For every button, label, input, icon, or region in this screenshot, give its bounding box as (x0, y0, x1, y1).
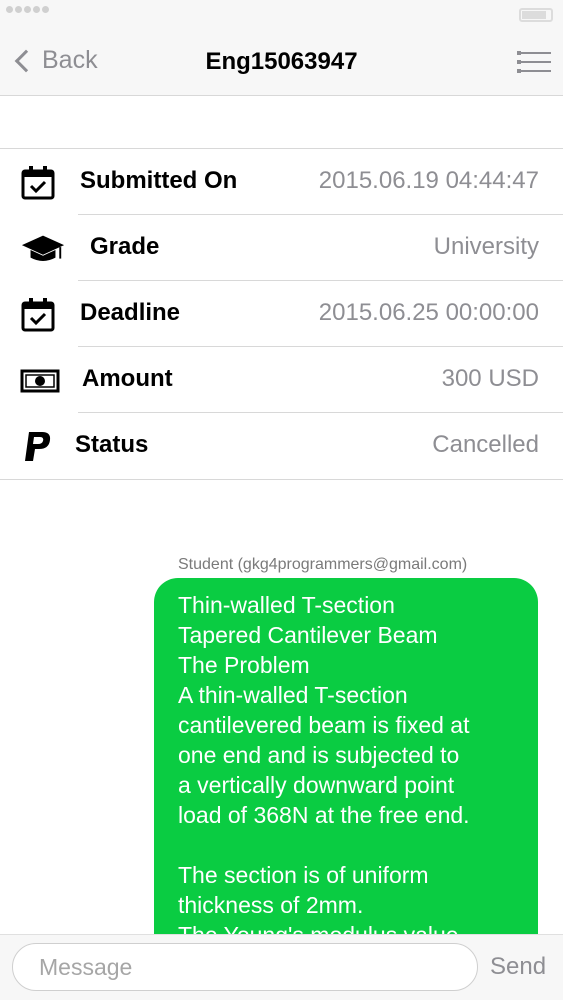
signal-strength-icon (6, 6, 49, 13)
detail-value: University (433, 233, 539, 260)
detail-value: 2015.06.19 04:44:47 (318, 167, 539, 194)
order-details: Submitted On 2015.06.19 04:44:47 Grade U… (0, 148, 563, 480)
detail-row-deadline: Deadline 2015.06.25 00:00:00 (0, 281, 563, 347)
page-title: Eng15063947 (205, 48, 358, 75)
banknote-icon (20, 369, 60, 393)
detail-label: Amount (82, 365, 173, 392)
detail-label: Status (75, 431, 149, 458)
detail-value: Cancelled (432, 431, 539, 458)
detail-value: 300 USD (441, 365, 539, 392)
detail-label: Grade (90, 233, 160, 260)
message-sender: Student (gkg4programmers@gmail.com) (178, 556, 468, 573)
message-composer: Send (0, 934, 563, 1000)
graduation-cap-icon (21, 235, 65, 261)
detail-row-status: Status Cancelled (0, 413, 563, 479)
paypal-icon (25, 432, 51, 461)
detail-row-submitted-on: Submitted On 2015.06.19 04:44:47 (0, 149, 563, 215)
detail-label: Submitted On (80, 167, 238, 194)
detail-label: Deadline (80, 299, 181, 326)
message-text: Thin-walled T-section Tapered Cantilever… (178, 592, 470, 938)
menu-list-icon[interactable] (517, 51, 551, 74)
detail-value: 2015.06.25 00:00:00 (318, 299, 539, 326)
navigation-bar: Back Eng15063947 (0, 28, 563, 96)
message-input[interactable] (12, 943, 478, 991)
calendar-check-icon (21, 166, 55, 200)
calendar-check-icon (21, 298, 55, 332)
message-bubble: Thin-walled T-section Tapered Cantilever… (154, 578, 538, 938)
send-button[interactable]: Send (490, 953, 546, 981)
detail-row-amount: Amount 300 USD (0, 347, 563, 413)
detail-row-grade: Grade University (0, 215, 563, 281)
battery-icon (519, 8, 553, 22)
status-bar (0, 0, 563, 28)
